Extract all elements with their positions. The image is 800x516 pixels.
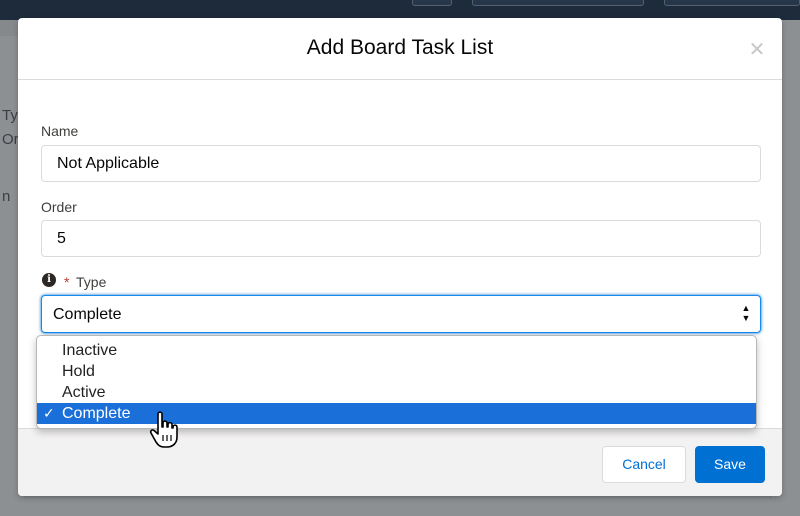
modal-title: Add Board Task List [306, 36, 494, 59]
option-inactive[interactable]: Inactive [37, 340, 756, 361]
background-top-bar [0, 0, 800, 20]
option-active[interactable]: Active [37, 382, 756, 403]
order-input[interactable] [41, 220, 761, 257]
save-button[interactable]: Save [695, 446, 765, 483]
background-bottom [0, 498, 800, 516]
type-dropdown-list: Inactive Hold Active ✓ Complete [36, 335, 757, 429]
background-toolbar-button [664, 0, 800, 6]
modal-footer: Cancel Save [18, 428, 782, 496]
background-text: Or [2, 131, 19, 148]
type-select[interactable]: Complete ▲ ▼ [41, 295, 761, 333]
close-icon[interactable]: ✕ [747, 40, 767, 60]
checkmark-icon: ✓ [43, 405, 55, 421]
order-label: Order [41, 199, 77, 215]
background-text: n [2, 188, 11, 205]
info-icon[interactable]: i [42, 273, 56, 287]
option-hold[interactable]: Hold [37, 361, 756, 382]
option-complete[interactable]: ✓ Complete [37, 403, 756, 424]
name-input[interactable] [41, 145, 761, 182]
option-complete-label: Complete [62, 405, 131, 422]
background-text: Ty [2, 107, 18, 124]
name-label: Name [41, 123, 79, 139]
background-toolbar-button [412, 0, 452, 6]
type-label: Type [76, 274, 107, 290]
cancel-button[interactable]: Cancel [602, 446, 686, 483]
type-select-value: Complete [53, 306, 122, 323]
hand-cursor-icon [149, 411, 178, 448]
required-indicator: * [64, 274, 70, 290]
select-arrows-icon: ▲ ▼ [741, 303, 751, 323]
modal-header: Add Board Task List ✕ [18, 18, 782, 80]
background-toolbar-button [472, 0, 644, 6]
